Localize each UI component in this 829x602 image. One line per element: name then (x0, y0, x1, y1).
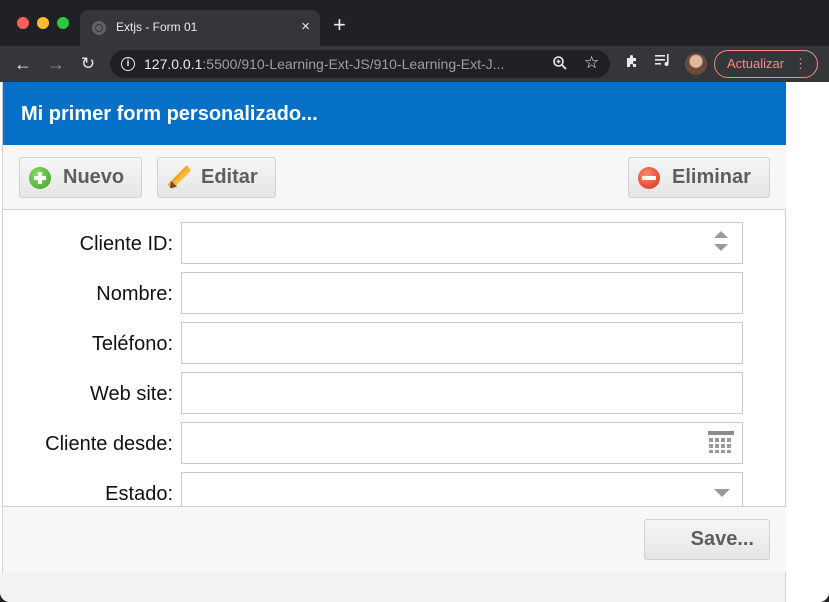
form-row-cliente-id: Cliente ID: (3, 222, 786, 264)
eliminar-label: Eliminar (672, 166, 751, 188)
url-path: :5500/910-Learning-Ext-JS/910-Learning-E… (202, 56, 505, 72)
cliente-id-label: Cliente ID: (79, 233, 173, 255)
estado-field[interactable] (181, 472, 743, 506)
cliente-id-field[interactable] (181, 222, 743, 264)
calendar-icon[interactable] (708, 431, 734, 453)
editar-label: Editar (201, 166, 258, 188)
close-tab-icon[interactable]: × (301, 18, 310, 36)
minimize-window-button[interactable] (37, 17, 49, 29)
panel-header: Mi primer form personalizado... (3, 82, 787, 145)
update-label: Actualizar (727, 56, 785, 71)
playlist-icon[interactable] (654, 52, 672, 72)
cliente-desde-label: Cliente desde: (45, 433, 173, 455)
form-row-telefono: Teléfono: (3, 322, 786, 364)
form-panel: Mi primer form personalizado... Nuevo Ed… (2, 82, 787, 572)
star-icon[interactable]: ☆ (584, 53, 599, 73)
pencil-icon (167, 167, 189, 189)
zoom-icon[interactable] (552, 55, 568, 71)
browser-tab[interactable]: Extjs - Form 01 × (80, 10, 320, 46)
info-icon[interactable]: i (121, 57, 135, 71)
update-button[interactable]: Actualizar ⋮ (714, 50, 818, 78)
globe-icon (92, 21, 106, 35)
editar-button[interactable]: Editar (157, 157, 276, 198)
browser-toolbar: ← → ↻ i 127.0.0.1:5500/910-Learning-Ext-… (0, 46, 829, 82)
menu-dots-icon[interactable]: ⋮ (794, 51, 807, 77)
browser-window: Extjs - Form 01 × + ← → ↻ i 127.0.0.1:55… (0, 0, 829, 602)
telefono-label: Teléfono: (91, 333, 173, 355)
nuevo-label: Nuevo (63, 166, 125, 188)
reload-icon[interactable]: ↻ (76, 52, 100, 76)
address-bar[interactable]: i 127.0.0.1:5500/910-Learning-Ext-JS/910… (110, 50, 610, 78)
close-window-button[interactable] (17, 17, 29, 29)
combo-trigger[interactable] (711, 472, 731, 506)
delete-icon (638, 167, 660, 189)
form-row-web-site: Web site: (3, 372, 786, 414)
spinner-icon[interactable] (711, 222, 731, 262)
spin-up-icon[interactable] (714, 231, 728, 238)
save-button[interactable]: Save... (644, 519, 770, 560)
top-toolbar: Nuevo Editar Eliminar (3, 145, 786, 210)
form-row-nombre: Nombre: (3, 272, 786, 314)
web-page: Mi primer form personalizado... Nuevo Ed… (0, 82, 829, 602)
cliente-desde-field[interactable] (181, 422, 743, 464)
form-row-estado: Estado: (3, 472, 786, 506)
page-gutter (786, 82, 829, 602)
extensions-icon[interactable] (624, 53, 640, 74)
maximize-window-button[interactable] (57, 17, 69, 29)
dropdown-arrow-icon[interactable] (714, 489, 730, 497)
url-text[interactable]: 127.0.0.1:5500/910-Learning-Ext-JS/910-L… (144, 56, 504, 72)
url-host: 127.0.0.1 (144, 56, 203, 72)
tab-strip: Extjs - Form 01 × + (0, 0, 829, 46)
date-trigger[interactable] (708, 422, 734, 462)
web-site-label: Web site: (90, 383, 173, 405)
spin-down-icon[interactable] (714, 244, 728, 251)
telefono-field[interactable] (181, 322, 743, 364)
profile-avatar[interactable] (685, 53, 707, 75)
nombre-label: Nombre: (96, 283, 173, 305)
form-row-cliente-desde: Cliente desde: (3, 422, 786, 464)
nombre-field[interactable] (181, 272, 743, 314)
form-body: Cliente ID: Nombre: Teléfono: Web site: … (3, 210, 786, 506)
eliminar-button[interactable]: Eliminar (628, 157, 770, 198)
back-arrow-icon[interactable]: ← (11, 52, 35, 76)
add-icon (29, 167, 51, 189)
new-tab-button[interactable]: + (333, 14, 346, 36)
forward-arrow-icon[interactable]: → (44, 52, 68, 76)
estado-label: Estado: (105, 483, 173, 505)
tab-title: Extjs - Form 01 (116, 20, 198, 34)
web-site-field[interactable] (181, 372, 743, 414)
page-background (0, 572, 786, 602)
nuevo-button[interactable]: Nuevo (19, 157, 142, 198)
panel-title: Mi primer form personalizado... (21, 103, 318, 125)
bottom-toolbar: Save... (3, 506, 786, 572)
